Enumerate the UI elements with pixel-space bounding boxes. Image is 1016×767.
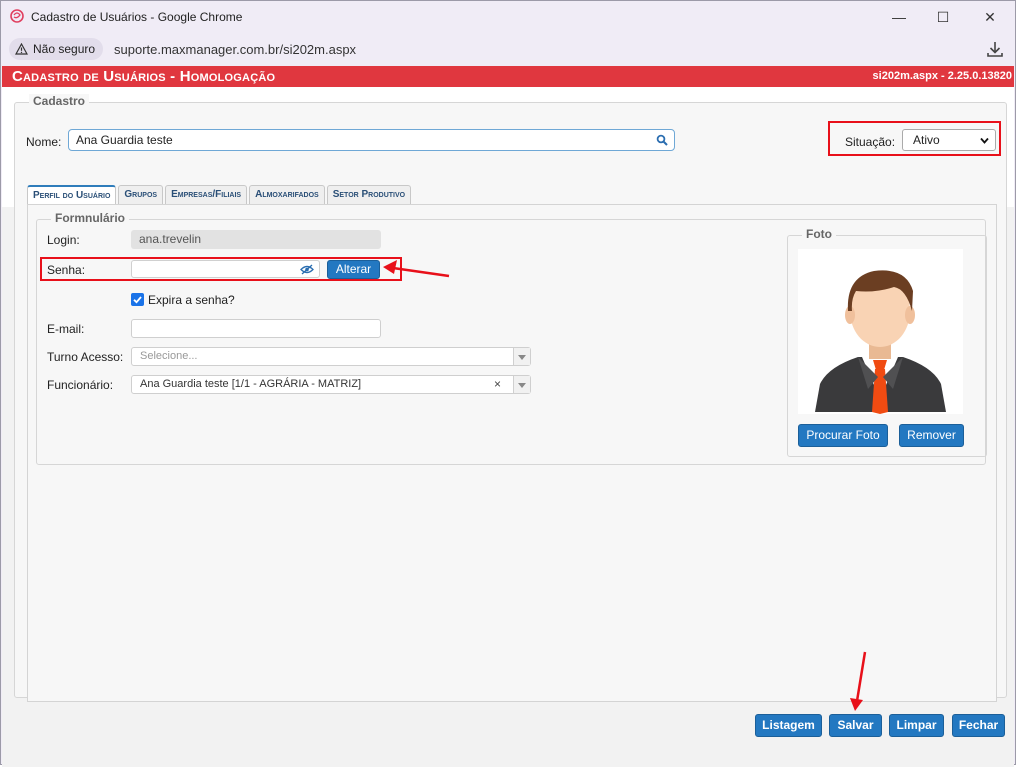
annotation-arrows — [383, 260, 867, 711]
arrow-to-alterar — [383, 260, 450, 278]
arrow-to-salvar — [850, 651, 867, 711]
browser-window: Cadastro de Usuários - Google Chrome — ☐… — [0, 0, 1016, 767]
